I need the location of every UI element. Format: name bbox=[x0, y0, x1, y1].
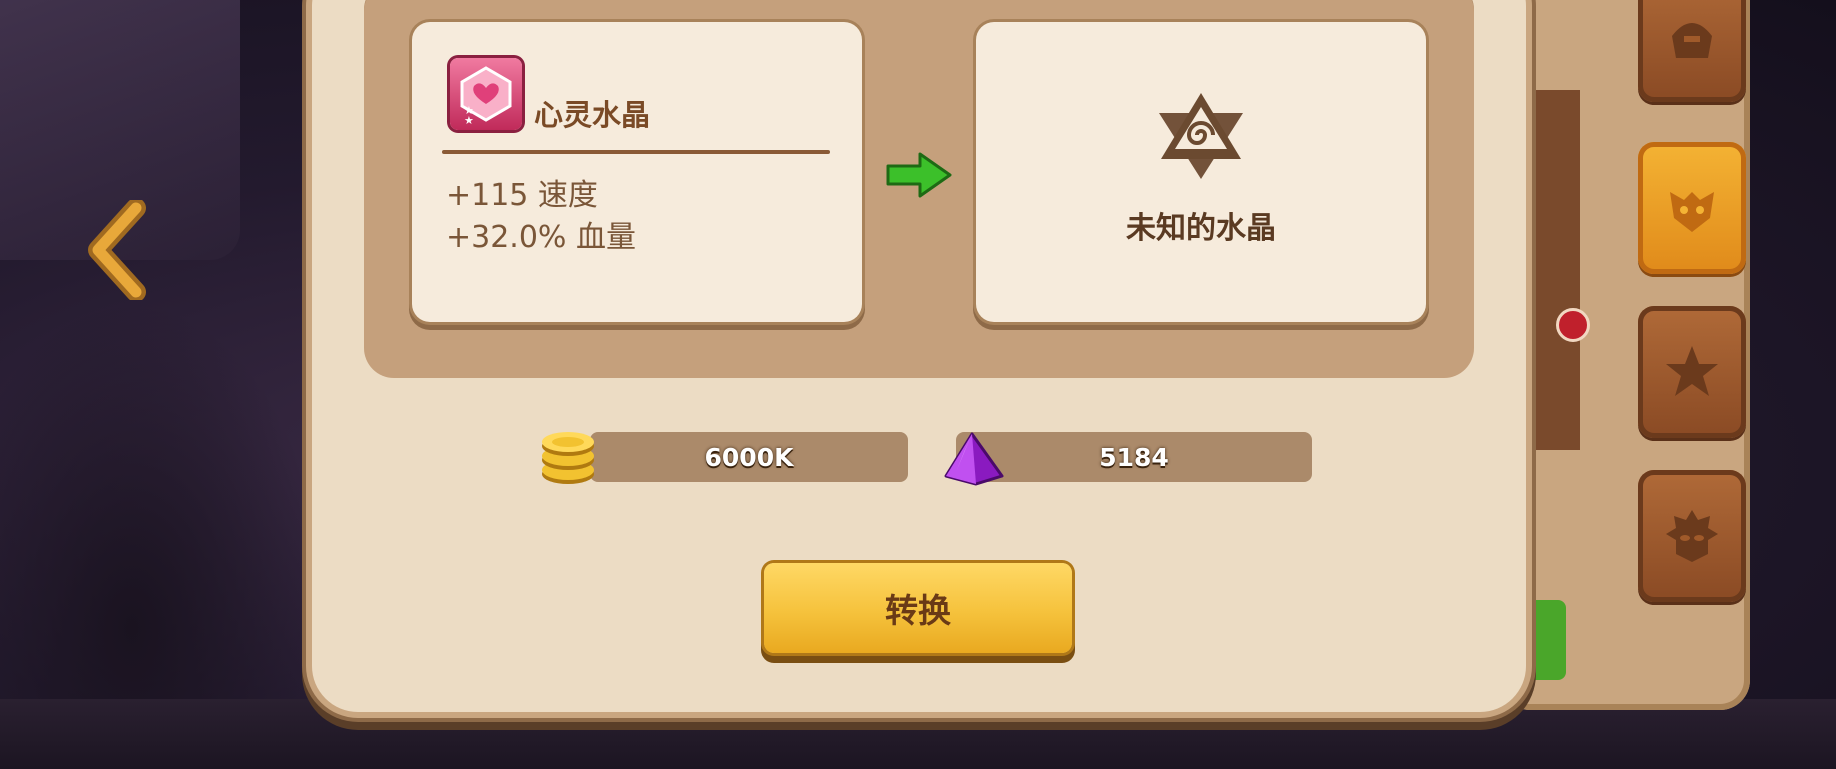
gold-coin-icon bbox=[538, 426, 602, 490]
stat-hp: +32.0% 血量 bbox=[446, 220, 636, 255]
star-icon bbox=[1666, 346, 1718, 396]
svg-text:★: ★ bbox=[464, 104, 474, 117]
mask-icon bbox=[1670, 192, 1714, 232]
stat-speed: +115 速度 bbox=[446, 178, 598, 213]
unknown-crystal-icon bbox=[1159, 93, 1243, 179]
gold-cost-value: 6000K bbox=[704, 442, 794, 472]
gold-cost-bar: 6000K bbox=[590, 432, 908, 482]
lion-mask-icon bbox=[1666, 510, 1718, 562]
side-strip bbox=[1520, 90, 1580, 450]
tab-lion-mask[interactable] bbox=[1638, 470, 1746, 602]
heart-crystal-icon: ★ ★ bbox=[450, 58, 522, 130]
green-arrow-icon bbox=[886, 152, 952, 198]
target-crystal-name: 未知的水晶 bbox=[1126, 211, 1276, 246]
gem-cost-value: 5184 bbox=[1099, 442, 1169, 472]
target-crystal-card: 未知的水晶 bbox=[976, 22, 1426, 322]
back-arrow-icon[interactable] bbox=[84, 198, 154, 302]
helmet-icon bbox=[1672, 23, 1712, 58]
tab-helmet[interactable] bbox=[1638, 0, 1746, 102]
card-divider bbox=[442, 150, 830, 154]
tab-star[interactable] bbox=[1638, 306, 1746, 438]
purple-gem-icon bbox=[942, 432, 1006, 486]
convert-button[interactable]: 转换 bbox=[764, 563, 1072, 653]
source-crystal-name: 心灵水晶 bbox=[534, 98, 651, 132]
tab-mask[interactable] bbox=[1638, 142, 1746, 274]
notification-dot bbox=[1556, 308, 1590, 342]
gem-cost-bar: 5184 bbox=[956, 432, 1312, 482]
